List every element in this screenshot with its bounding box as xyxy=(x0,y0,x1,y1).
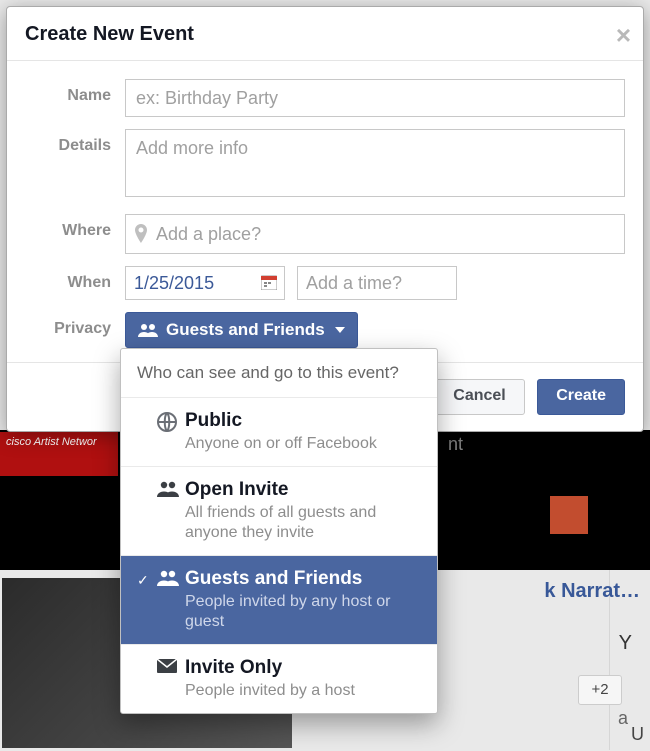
row-when: When xyxy=(25,266,625,300)
label-where: Where xyxy=(25,214,125,254)
bg-red-text: cisco Artist Networ xyxy=(6,436,97,448)
privacy-option-open-invite[interactable]: Open Invite All friends of all guests an… xyxy=(121,466,437,555)
option-desc: All friends of all guests and anyone the… xyxy=(185,501,421,543)
bg-letter-a: a xyxy=(618,708,628,729)
privacy-dropdown-title: Who can see and go to this event? xyxy=(121,349,437,397)
check-icon xyxy=(137,410,157,414)
option-desc: People invited by a host xyxy=(185,679,355,701)
option-title: Guests and Friends xyxy=(185,568,421,590)
privacy-option-public[interactable]: Public Anyone on or off Facebook xyxy=(121,397,437,466)
pin-icon xyxy=(134,224,148,244)
label-details: Details xyxy=(25,129,125,202)
row-where: Where xyxy=(25,214,625,254)
privacy-option-guests-and-friends[interactable]: ✓ Guests and Friends People invited by a… xyxy=(121,555,437,644)
globe-icon xyxy=(157,410,185,432)
caret-down-icon xyxy=(335,327,345,333)
modal-title: Create New Event xyxy=(25,23,625,46)
bg-text-nt: nt xyxy=(448,434,463,455)
privacy-selected-label: Guests and Friends xyxy=(166,320,325,340)
bg-avatar xyxy=(550,496,588,534)
modal-header: Create New Event × xyxy=(7,7,643,61)
where-input[interactable] xyxy=(154,223,616,246)
option-title: Invite Only xyxy=(185,657,355,679)
privacy-dropdown: Who can see and go to this event? Public… xyxy=(120,348,438,714)
calendar-icon[interactable] xyxy=(261,274,277,290)
cancel-button[interactable]: Cancel xyxy=(434,379,524,415)
check-icon: ✓ xyxy=(137,568,157,589)
privacy-option-invite-only[interactable]: Invite Only People invited by a host xyxy=(121,644,437,713)
check-icon xyxy=(137,479,157,483)
option-desc: People invited by any host or guest xyxy=(185,590,421,632)
group-icon xyxy=(138,323,158,337)
create-button[interactable]: Create xyxy=(537,379,625,415)
envelope-icon xyxy=(157,657,185,673)
check-icon xyxy=(137,657,157,661)
row-privacy: Privacy Guests and Friends xyxy=(25,312,625,348)
option-title: Open Invite xyxy=(185,479,421,501)
option-title: Public xyxy=(185,410,377,432)
time-input[interactable] xyxy=(297,266,457,300)
close-icon[interactable]: × xyxy=(616,25,631,45)
row-name: Name xyxy=(25,79,625,117)
bg-link-text: k Narrat… xyxy=(544,580,640,603)
group-icon xyxy=(157,568,185,586)
label-when: When xyxy=(25,266,125,300)
label-privacy: Privacy xyxy=(25,312,125,348)
details-input[interactable] xyxy=(125,129,625,197)
bg-red-panel: cisco Artist Networ xyxy=(0,432,118,476)
modal-body: Name Details Where When xyxy=(7,61,643,362)
where-input-wrap[interactable] xyxy=(125,214,625,254)
bg-letter-y: Y xyxy=(619,632,632,655)
bg-letter-u: U xyxy=(631,724,644,745)
bg-plus-two[interactable]: +2 xyxy=(578,675,622,705)
privacy-dropdown-button[interactable]: Guests and Friends xyxy=(125,312,358,348)
label-name: Name xyxy=(25,79,125,117)
option-desc: Anyone on or off Facebook xyxy=(185,432,377,454)
name-input[interactable] xyxy=(125,79,625,117)
group-icon xyxy=(157,479,185,497)
row-details: Details xyxy=(25,129,625,202)
